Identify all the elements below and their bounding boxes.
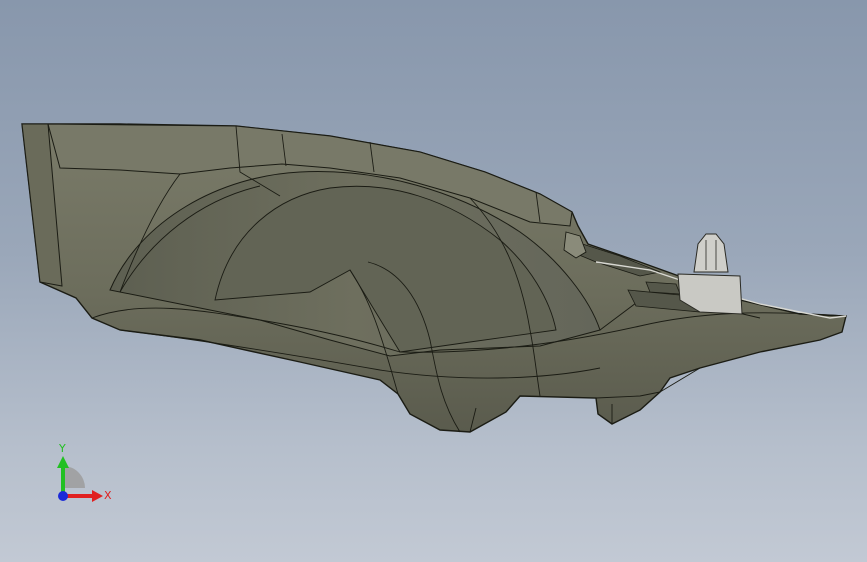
x-axis-arrow	[92, 490, 103, 502]
triad-arc	[63, 466, 85, 488]
y-axis-label: Y	[58, 442, 66, 455]
graphics-viewport[interactable]: Y X	[0, 0, 867, 562]
y-axis-arrow	[57, 456, 69, 468]
cad-part-model[interactable]	[0, 0, 867, 562]
coordinate-triad[interactable]: Y X	[40, 438, 120, 508]
z-axis-dot	[58, 491, 68, 501]
x-axis-label: X	[104, 489, 112, 502]
snap-clip	[677, 233, 743, 315]
